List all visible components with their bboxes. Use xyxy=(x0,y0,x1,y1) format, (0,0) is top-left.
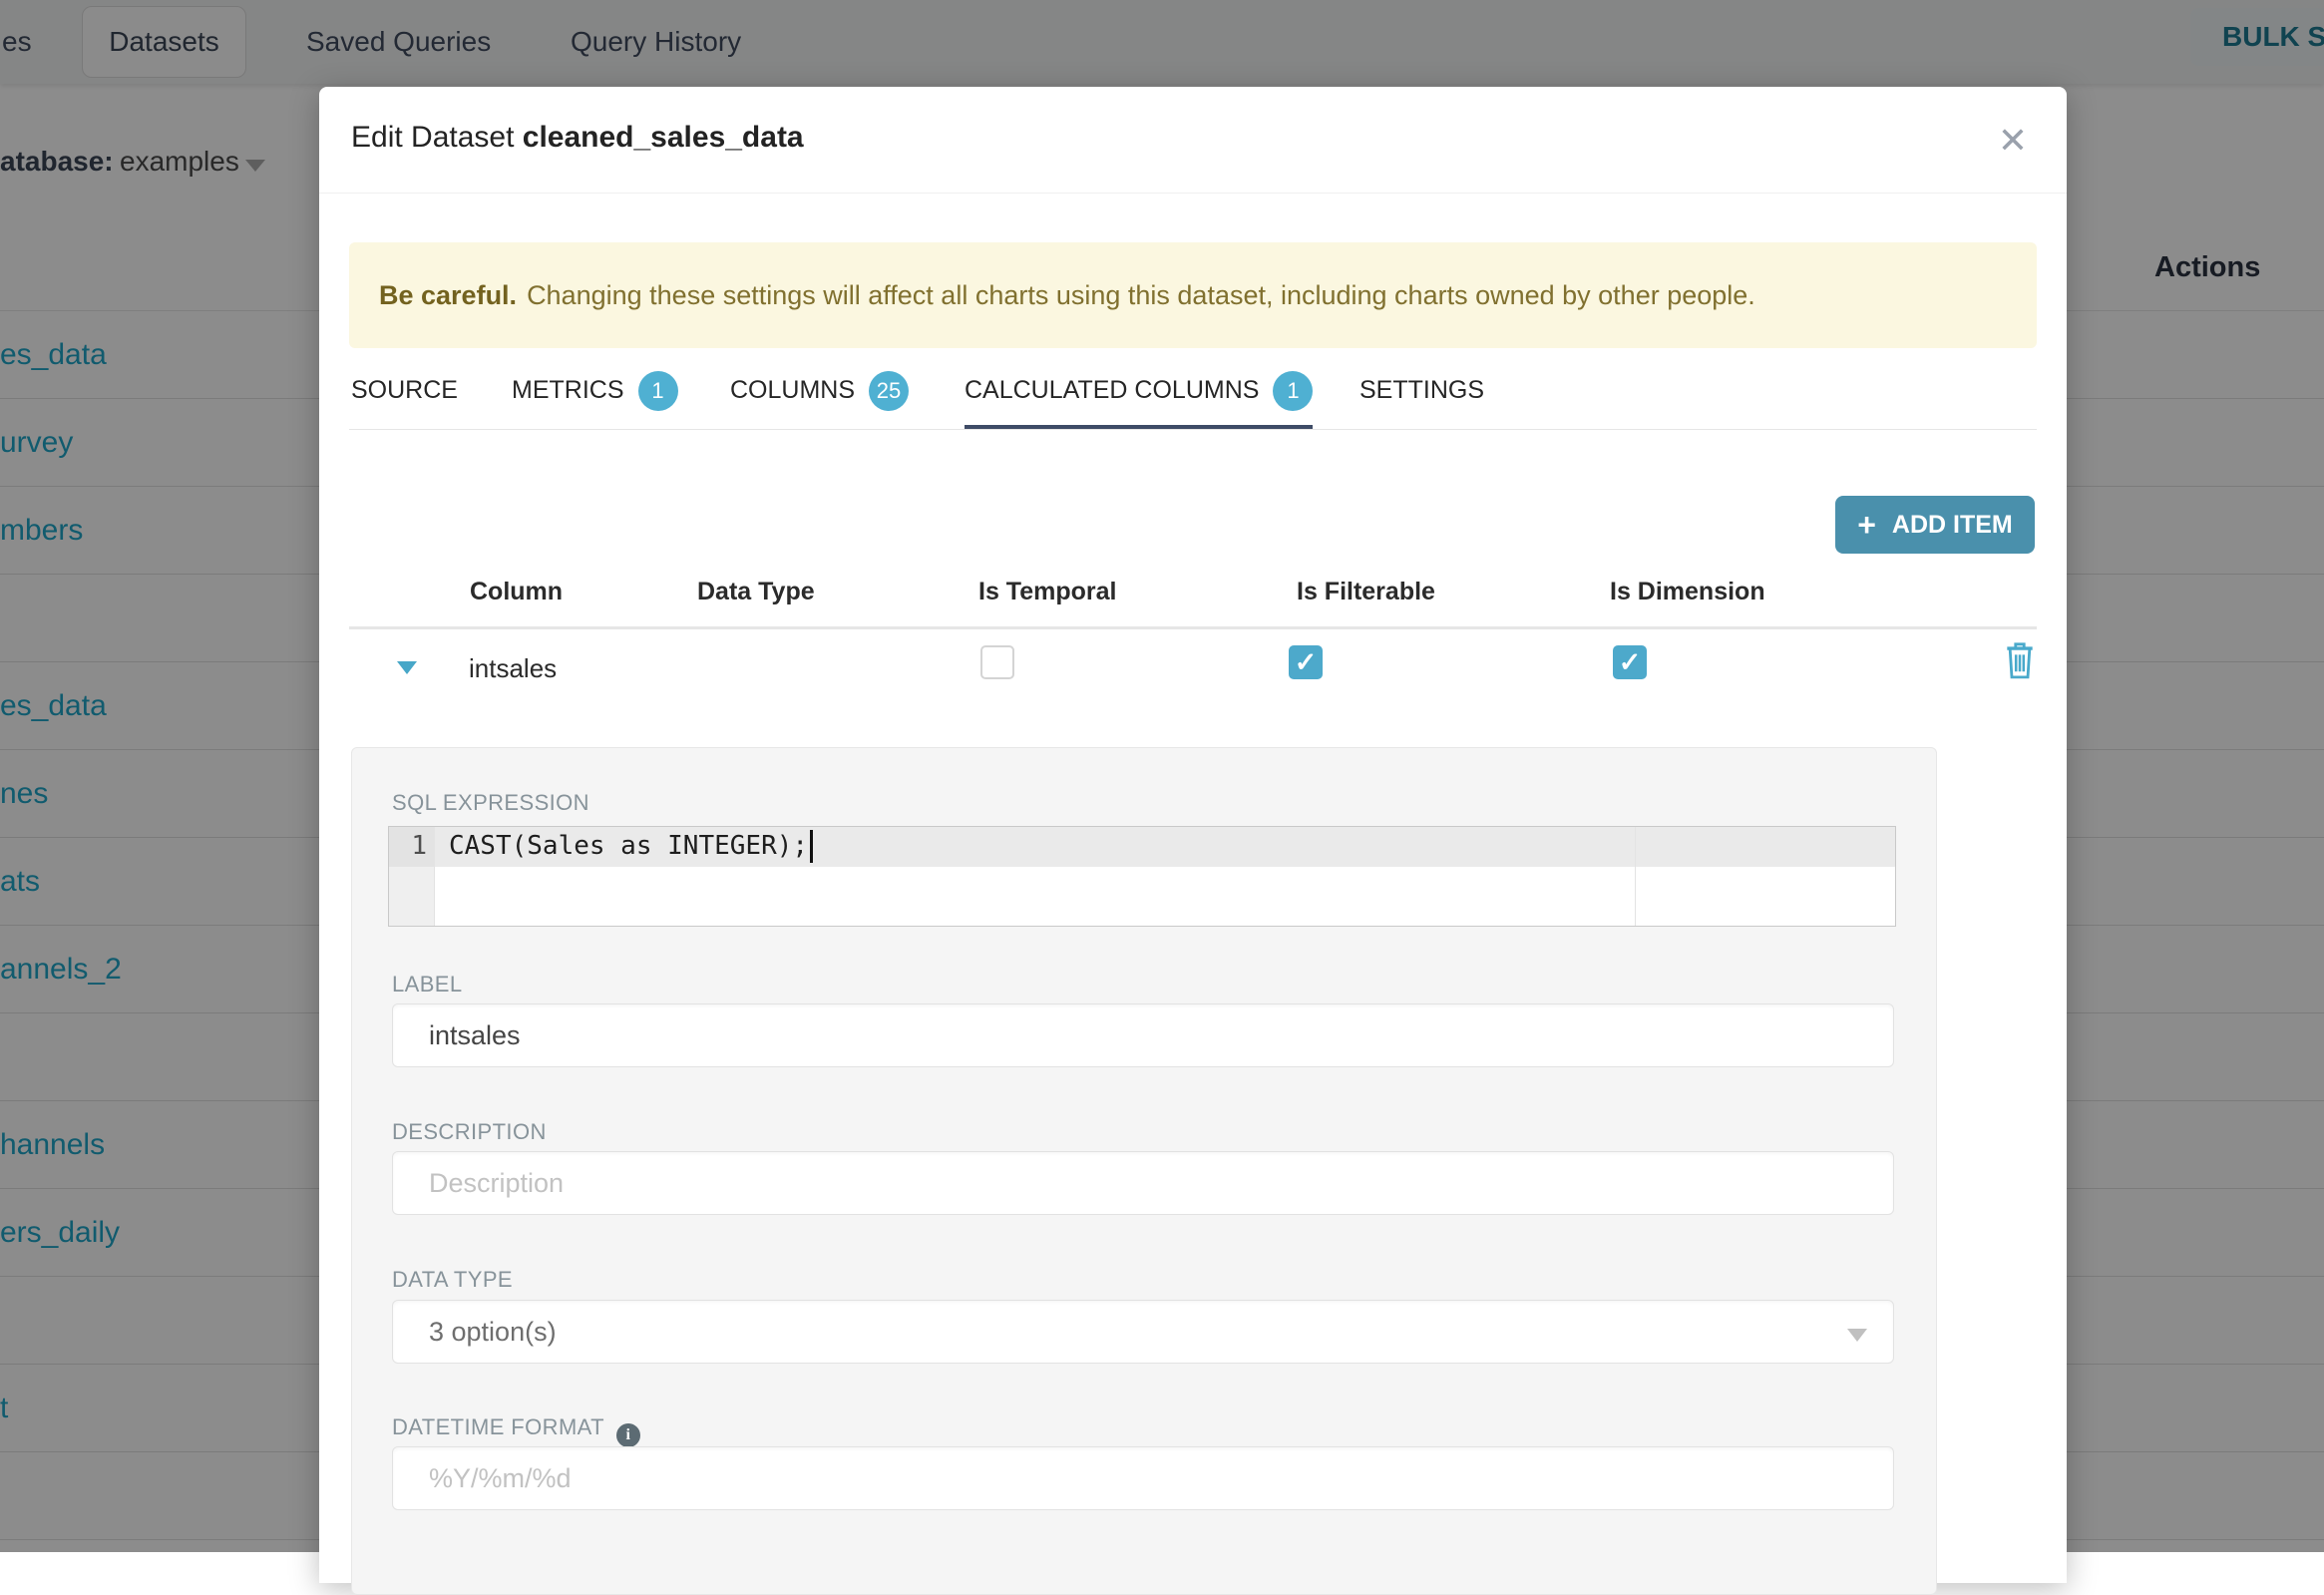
calculated-column-detail-panel: SQL EXPRESSION 1 CAST(Sales as INTEGER);… xyxy=(351,747,1937,1595)
sql-expression-editor[interactable]: 1 CAST(Sales as INTEGER); xyxy=(388,826,1896,927)
editor-print-margin xyxy=(1635,827,1636,926)
tab-calculated-columns[interactable]: CALCULATED COLUMNS 1 xyxy=(965,356,1314,429)
column-header-is-filterable: Is Filterable xyxy=(1297,578,1435,605)
modal-tabs: SOURCE METRICS 1 COLUMNS 25 CALCULATED C… xyxy=(349,356,2037,430)
modal-title-prefix: Edit Dataset xyxy=(351,121,523,154)
tab-label: SETTINGS xyxy=(1359,376,1485,404)
trash-icon[interactable] xyxy=(2003,641,2037,679)
modal-title: Edit Dataset cleaned_sales_data xyxy=(351,121,804,155)
calculated-columns-count-badge: 1 xyxy=(1273,370,1314,411)
header-divider xyxy=(349,626,2037,629)
calculated-column-name: intsales xyxy=(469,653,558,683)
sql-expression-label: SQL EXPRESSION xyxy=(392,790,589,815)
tab-label: SOURCE xyxy=(351,376,458,404)
label-field-label: LABEL xyxy=(392,972,463,997)
plus-icon: + xyxy=(1857,507,1876,543)
warning-banner-text: Changing these settings will affect all … xyxy=(527,279,1755,310)
is-dimension-checkbox[interactable]: ✓ xyxy=(1613,645,1647,679)
column-header-is-dimension: Is Dimension xyxy=(1610,578,1765,605)
tab-label: METRICS xyxy=(512,376,624,404)
tab-columns[interactable]: COLUMNS 25 xyxy=(730,356,910,429)
info-icon[interactable]: i xyxy=(615,1423,640,1447)
columns-count-badge: 25 xyxy=(869,370,910,411)
close-icon[interactable]: ✕ xyxy=(1987,115,2039,167)
tab-source[interactable]: SOURCE xyxy=(351,356,458,429)
chevron-down-icon xyxy=(1847,1329,1867,1342)
tab-settings[interactable]: SETTINGS xyxy=(1359,356,1484,429)
tab-metrics[interactable]: METRICS 1 xyxy=(512,356,678,429)
column-header-column: Column xyxy=(470,578,564,605)
data-type-select[interactable]: 3 option(s) xyxy=(392,1300,1894,1364)
is-temporal-checkbox[interactable] xyxy=(980,645,1014,679)
modal-header: Edit Dataset cleaned_sales_data ✕ xyxy=(319,87,2067,194)
description-field-label: DESCRIPTION xyxy=(392,1119,547,1144)
warning-banner: Be careful. Changing these settings will… xyxy=(349,242,2037,348)
warning-banner-bold: Be careful. xyxy=(379,279,518,310)
description-input[interactable] xyxy=(392,1151,1894,1215)
is-filterable-checkbox[interactable]: ✓ xyxy=(1289,645,1323,679)
add-item-button[interactable]: + ADD ITEM xyxy=(1835,496,2035,554)
datetime-format-field-label: DATETIME FORMAT i xyxy=(392,1414,640,1447)
column-header-is-temporal: Is Temporal xyxy=(978,578,1117,605)
metrics-count-badge: 1 xyxy=(637,370,678,411)
label-input[interactable] xyxy=(392,1003,1894,1067)
sql-expression-code: CAST(Sales as INTEGER); xyxy=(449,831,809,861)
add-item-label: ADD ITEM xyxy=(1891,510,2013,539)
data-type-field-label: DATA TYPE xyxy=(392,1267,513,1292)
tab-label: COLUMNS xyxy=(730,376,856,404)
datetime-format-input[interactable] xyxy=(392,1446,1894,1510)
editor-cursor xyxy=(810,830,814,863)
data-type-selected-value: 3 option(s) xyxy=(429,1316,557,1347)
caret-down-icon[interactable] xyxy=(397,661,417,674)
editor-line-number: 1 xyxy=(411,831,427,861)
edit-dataset-modal: Edit Dataset cleaned_sales_data ✕ Be car… xyxy=(319,87,2067,1595)
column-header-data-type: Data Type xyxy=(697,578,815,605)
tab-label: CALCULATED COLUMNS xyxy=(965,376,1260,404)
datetime-format-label-text: DATETIME FORMAT xyxy=(392,1414,604,1439)
modal-title-dataset-name: cleaned_sales_data xyxy=(522,121,804,154)
